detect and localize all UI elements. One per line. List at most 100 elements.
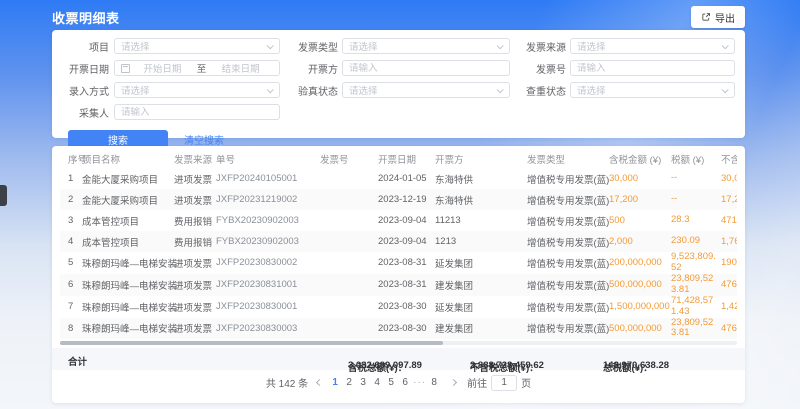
entry-method-label: 录入方式 (57, 83, 109, 98)
col-header-tax: 税额 (¥) (671, 152, 721, 166)
cell-tax: 28.3 (671, 215, 721, 226)
cell-invoice-source: 费用报销 (174, 235, 216, 249)
prev-page-button[interactable] (315, 379, 322, 386)
entry-method-select[interactable]: 请选择 (114, 82, 280, 98)
cell-amount-incl-tax: 200,000,000 (609, 257, 671, 268)
cell-project-name: 珠穆朗玛峰—电梯安装 (82, 321, 174, 335)
cell-amount-excl-tax: 1,428,571,428.57 (721, 301, 737, 312)
table-row: 5珠穆朗玛峰—电梯安装进项发票JXFP202308300022023-08-31… (60, 252, 737, 274)
cell-invoice-source: 进项发票 (174, 193, 216, 207)
cell-invoice-source: 进项发票 (174, 300, 216, 314)
table-row: 1金能大厦采购项目进项发票JXFP202401050012024-01-05东海… (60, 168, 737, 189)
export-icon (701, 12, 711, 22)
invoice-no-input[interactable] (577, 63, 728, 74)
cell-amount-excl-tax: 17,200 (721, 194, 737, 205)
clear-search-button[interactable]: 清空搜索 (184, 132, 224, 147)
col-header-invoice-type: 发票类型 (527, 152, 609, 166)
issuer-field[interactable] (342, 60, 510, 76)
cell-issuer: 11213 (435, 215, 527, 226)
col-header-index: 序号 (60, 152, 82, 166)
export-button[interactable]: 导出 (691, 6, 745, 28)
start-date-placeholder[interactable]: 开始日期 (130, 61, 195, 75)
cell-amount-incl-tax: 2,000 (609, 236, 671, 247)
cell-amount-incl-tax: 500,000,000 (609, 279, 671, 290)
cell-order-no: JXFP20230830003 (216, 323, 320, 334)
cell-project-name: 珠穆朗玛峰—电梯安装 (82, 300, 174, 314)
page-button-3[interactable]: 3 (357, 377, 369, 388)
cell-order-no: FYBX20230902003 (216, 236, 320, 247)
cell-issuer: 延发集团 (435, 300, 527, 314)
col-header-invoice-date: 开票日期 (378, 152, 435, 166)
collector-field[interactable] (114, 104, 280, 120)
cell-tax: 71,428,571.43 (671, 296, 721, 318)
issuer-label: 开票方 (282, 61, 338, 76)
issuer-input[interactable] (349, 63, 503, 74)
cell-invoice-date: 2023-08-31 (378, 279, 435, 290)
chevron-right-icon (450, 379, 457, 386)
cell-invoice-date: 2023-09-04 (378, 236, 435, 247)
dup-check-status-label: 查重状态 (514, 83, 566, 98)
project-label: 项目 (57, 39, 109, 54)
cell-amount-incl-tax: 1,500,000,000 (609, 301, 671, 312)
invoice-date-range-picker[interactable]: 开始日期 至 结束日期 (114, 60, 280, 76)
cell-index: 8 (60, 323, 82, 334)
page-button-4[interactable]: 4 (371, 377, 383, 388)
cell-tax: 23,809,523.81 (671, 274, 721, 296)
cell-invoice-date: 2024-01-05 (378, 173, 435, 184)
page-button-8[interactable]: 8 (428, 377, 440, 388)
chevron-down-icon (267, 42, 274, 49)
col-header-project-name: 项目名称 (82, 152, 174, 166)
date-separator: 至 (195, 61, 209, 75)
chevron-down-icon (497, 86, 504, 93)
top-bar: 收票明细表 导出 (52, 5, 745, 29)
verify-status-select[interactable]: 请选择 (342, 82, 510, 98)
horizontal-scrollbar-track[interactable] (60, 341, 737, 345)
collector-input[interactable] (121, 107, 273, 118)
cell-amount-incl-tax: 500,000,000 (609, 323, 671, 334)
cell-issuer: 东海特供 (435, 193, 527, 207)
cell-order-no: JXFP20231219002 (216, 194, 320, 205)
cell-invoice-type: 增值税专用发票(蓝) (527, 235, 609, 249)
end-date-placeholder[interactable]: 结束日期 (208, 61, 273, 75)
cell-order-no: JXFP20240105001 (216, 173, 320, 184)
invoice-table-panel: 序号项目名称发票来源单号发票号开票日期开票方发票类型含税金额 (¥)税额 (¥)… (52, 146, 745, 403)
cell-invoice-date: 2023-08-30 (378, 323, 435, 334)
invoice-type-label: 发票类型 (282, 39, 338, 54)
cell-invoice-source: 进项发票 (174, 321, 216, 335)
cell-order-no: JXFP20230831001 (216, 279, 320, 290)
invoice-no-field[interactable] (570, 60, 735, 76)
cell-issuer: 1213 (435, 236, 527, 247)
table-row: 3成本管控项目费用报销FYBX202309020032023-09-041121… (60, 210, 737, 231)
cell-index: 7 (60, 301, 82, 312)
cell-invoice-date: 2023-08-31 (378, 257, 435, 268)
invoice-source-select[interactable]: 请选择 (570, 38, 735, 54)
project-select[interactable]: 请选择 (114, 38, 280, 54)
collector-label: 采集人 (57, 105, 109, 120)
chevron-left-icon (316, 379, 323, 386)
cell-amount-incl-tax: 500 (609, 215, 671, 226)
cell-issuer: 建发集团 (435, 321, 527, 335)
horizontal-scrollbar-thumb[interactable] (60, 341, 443, 345)
col-header-invoice-source: 发票来源 (174, 152, 216, 166)
cell-invoice-date: 2023-08-30 (378, 301, 435, 312)
page-button-1[interactable]: 1 (329, 377, 341, 388)
jump-page-input[interactable] (491, 375, 517, 391)
invoice-type-select[interactable]: 请选择 (342, 38, 510, 54)
side-dock-handle[interactable] (0, 185, 7, 206)
cell-project-name: 成本管控项目 (82, 235, 174, 249)
cell-project-name: 成本管控项目 (82, 214, 174, 228)
invoice-no-label: 发票号 (514, 61, 566, 76)
next-page-button[interactable] (449, 379, 456, 386)
cell-order-no: JXFP20230830001 (216, 301, 320, 312)
jump-unit: 页 (521, 375, 531, 390)
calendar-icon (121, 64, 130, 73)
page-button-5[interactable]: 5 (385, 377, 397, 388)
export-label: 导出 (715, 10, 735, 25)
page-button-6[interactable]: 6 (399, 377, 411, 388)
cell-invoice-source: 进项发票 (174, 172, 216, 186)
cell-index: 5 (60, 257, 82, 268)
cell-project-name: 珠穆朗玛峰—电梯安装 (82, 278, 174, 292)
cell-project-name: 珠穆朗玛峰—电梯安装 (82, 256, 174, 270)
dup-check-status-select[interactable]: 请选择 (570, 82, 735, 98)
page-button-2[interactable]: 2 (343, 377, 355, 388)
